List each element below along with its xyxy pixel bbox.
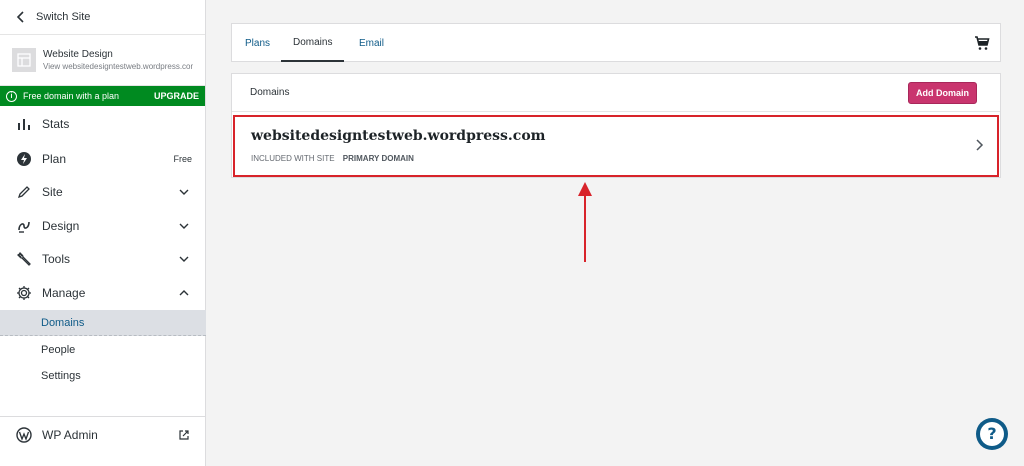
domains-header: Domains Add Domain — [232, 74, 1000, 112]
sidebar-subitem-label: People — [41, 344, 76, 356]
tab-domains[interactable]: Domains — [281, 24, 345, 62]
wordpress-icon — [16, 427, 32, 443]
chevron-down-icon — [179, 189, 189, 195]
sidebar-subitem-label: Domains — [41, 316, 85, 329]
site-icon — [12, 48, 36, 72]
domain-row[interactable]: websitedesigntestweb.wordpress.com INCLU… — [233, 115, 999, 177]
sidebar-subitem-people[interactable]: People — [0, 337, 206, 363]
sidebar-item-stats[interactable]: Stats — [0, 109, 206, 139]
chevron-left-icon — [16, 11, 24, 23]
design-icon — [18, 221, 30, 233]
sidebar-item-manage[interactable]: Manage — [0, 278, 206, 308]
question-mark-icon: ? — [980, 422, 1004, 446]
sidebar-subitem-domains[interactable]: Domains — [0, 310, 206, 336]
stats-icon — [18, 119, 30, 130]
tab-email[interactable]: Email — [359, 24, 384, 62]
wrench-icon — [17, 252, 31, 266]
domains-card: Domains Add Domain websitedesigntestweb.… — [231, 73, 1001, 178]
sidebar-item-label: Manage — [42, 286, 86, 300]
plan-icon — [17, 152, 31, 166]
tab-label: Plans — [245, 37, 271, 49]
domains-heading: Domains — [250, 87, 290, 98]
chevron-up-icon — [179, 290, 189, 296]
sidebar: Switch Site Website Design View websited… — [0, 0, 206, 466]
chevron-right-icon — [976, 139, 984, 151]
sidebar-item-design[interactable]: Design — [0, 211, 206, 241]
included-with-site-tag: INCLUDED WITH SITE — [251, 154, 335, 163]
tab-label: Domains — [293, 36, 333, 48]
sidebar-item-wp-admin[interactable]: WP Admin — [0, 420, 206, 450]
sidebar-item-plan[interactable]: Plan Free — [0, 144, 206, 174]
sidebar-item-tools[interactable]: Tools — [0, 244, 206, 274]
sidebar-item-label: Site — [42, 185, 63, 199]
annotation-arrow-icon — [578, 182, 592, 262]
add-domain-button[interactable]: Add Domain — [908, 81, 977, 104]
info-icon: i — [6, 90, 17, 102]
free-domain-promo[interactable]: i Free domain with a plan UPGRADE — [0, 86, 205, 106]
switch-site-button[interactable]: Switch Site — [0, 0, 205, 35]
section-tabs: Plans Domains Email — [231, 23, 1001, 62]
chevron-down-icon — [179, 223, 189, 229]
sidebar-item-site[interactable]: Site — [0, 177, 206, 207]
layout-icon — [17, 53, 31, 67]
upgrade-link[interactable]: UPGRADE — [154, 91, 199, 101]
sidebar-subitem-settings[interactable]: Settings — [0, 363, 206, 389]
cart-icon[interactable] — [974, 35, 990, 51]
plan-badge: Free — [173, 154, 192, 164]
help-button[interactable]: ? — [976, 418, 1008, 450]
sidebar-item-label: WP Admin — [42, 428, 98, 442]
domain-name: websitedesigntestweb.wordpress.com — [251, 128, 546, 144]
tab-plans[interactable]: Plans — [245, 24, 270, 62]
sidebar-item-label: Plan — [42, 152, 67, 166]
tab-label: Email — [359, 37, 385, 49]
sidebar-divider — [0, 416, 206, 417]
sidebar-item-label: Tools — [42, 252, 71, 266]
site-url[interactable]: View websitedesigntestweb.wordpress.com — [43, 62, 193, 71]
gear-icon — [17, 286, 31, 300]
promo-text: Free domain with a plan — [23, 91, 120, 101]
switch-site-label: Switch Site — [36, 11, 91, 23]
sidebar-item-label: Design — [42, 219, 80, 233]
external-link-icon — [179, 430, 189, 440]
pencil-icon — [17, 186, 30, 199]
sidebar-subitem-label: Settings — [41, 370, 81, 382]
chevron-down-icon — [179, 256, 189, 262]
site-name: Website Design — [43, 49, 113, 60]
primary-domain-tag: PRIMARY DOMAIN — [342, 154, 414, 163]
domain-tags: INCLUDED WITH SITE PRIMARY DOMAIN — [251, 154, 414, 163]
current-site-card[interactable]: Website Design View websitedesigntestweb… — [0, 35, 205, 86]
sidebar-item-label: Stats — [42, 117, 70, 131]
